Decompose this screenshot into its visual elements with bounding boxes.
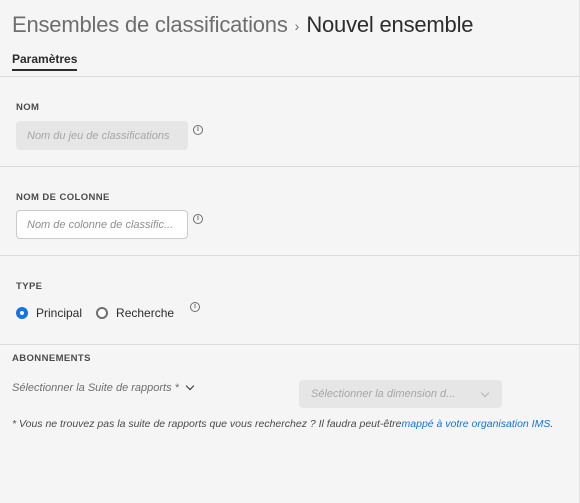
chevron-down-icon (185, 381, 195, 391)
help-note-end: . (550, 418, 554, 430)
type-info-icon[interactable]: i (190, 302, 200, 312)
help-note-text: * Vous ne trouvez pas la suite de rappor… (12, 418, 402, 430)
name-info-icon[interactable]: i (193, 125, 203, 135)
chevron-down-icon (480, 388, 490, 398)
name-input[interactable]: Nom du jeu de classifications (16, 121, 188, 150)
ims-org-mapping-link[interactable]: mappé à votre organisation IMS (402, 418, 551, 430)
page-title: Nouvel ensemble (306, 12, 474, 37)
report-suite-help-note: * Vous ne trouvez pas la suite de rappor… (12, 418, 553, 430)
dimension-dropdown[interactable]: Sélectionner la dimension d... (299, 380, 502, 408)
divider (0, 344, 579, 345)
breadcrumb: Ensembles de classifications › Nouvel en… (12, 8, 474, 42)
classification-set-page: Ensembles de classifications › Nouvel en… (0, 0, 580, 503)
radio-recherche[interactable] (96, 307, 109, 319)
column-name-input[interactable]: Nom de colonne de classific... (16, 210, 188, 239)
divider (0, 255, 579, 256)
report-suite-dropdown[interactable]: Sélectionner la Suite de rapports * (12, 381, 195, 394)
divider (0, 166, 579, 167)
radio-principal[interactable] (16, 307, 28, 319)
radio-recherche-label[interactable]: Recherche (116, 306, 174, 320)
tab-parametres[interactable]: Paramètres (12, 52, 78, 71)
column-name-label: NOM DE COLONNE (16, 192, 110, 203)
breadcrumb-separator-icon: › (294, 18, 300, 34)
column-name-info-icon[interactable]: i (193, 214, 203, 224)
subscriptions-label: ABONNEMENTS (12, 353, 91, 364)
name-label: NOM (16, 102, 40, 113)
type-label: TYPE (16, 281, 43, 292)
radio-principal-label[interactable]: Principal (36, 306, 82, 320)
breadcrumb-parent-link[interactable]: Ensembles de classifications (12, 12, 288, 38)
dimension-placeholder: Sélectionner la dimension d... (311, 388, 456, 400)
type-radio-group: Principal Recherche (16, 306, 188, 320)
divider (0, 76, 579, 77)
report-suite-placeholder: Sélectionner la Suite de rapports * (12, 382, 179, 394)
